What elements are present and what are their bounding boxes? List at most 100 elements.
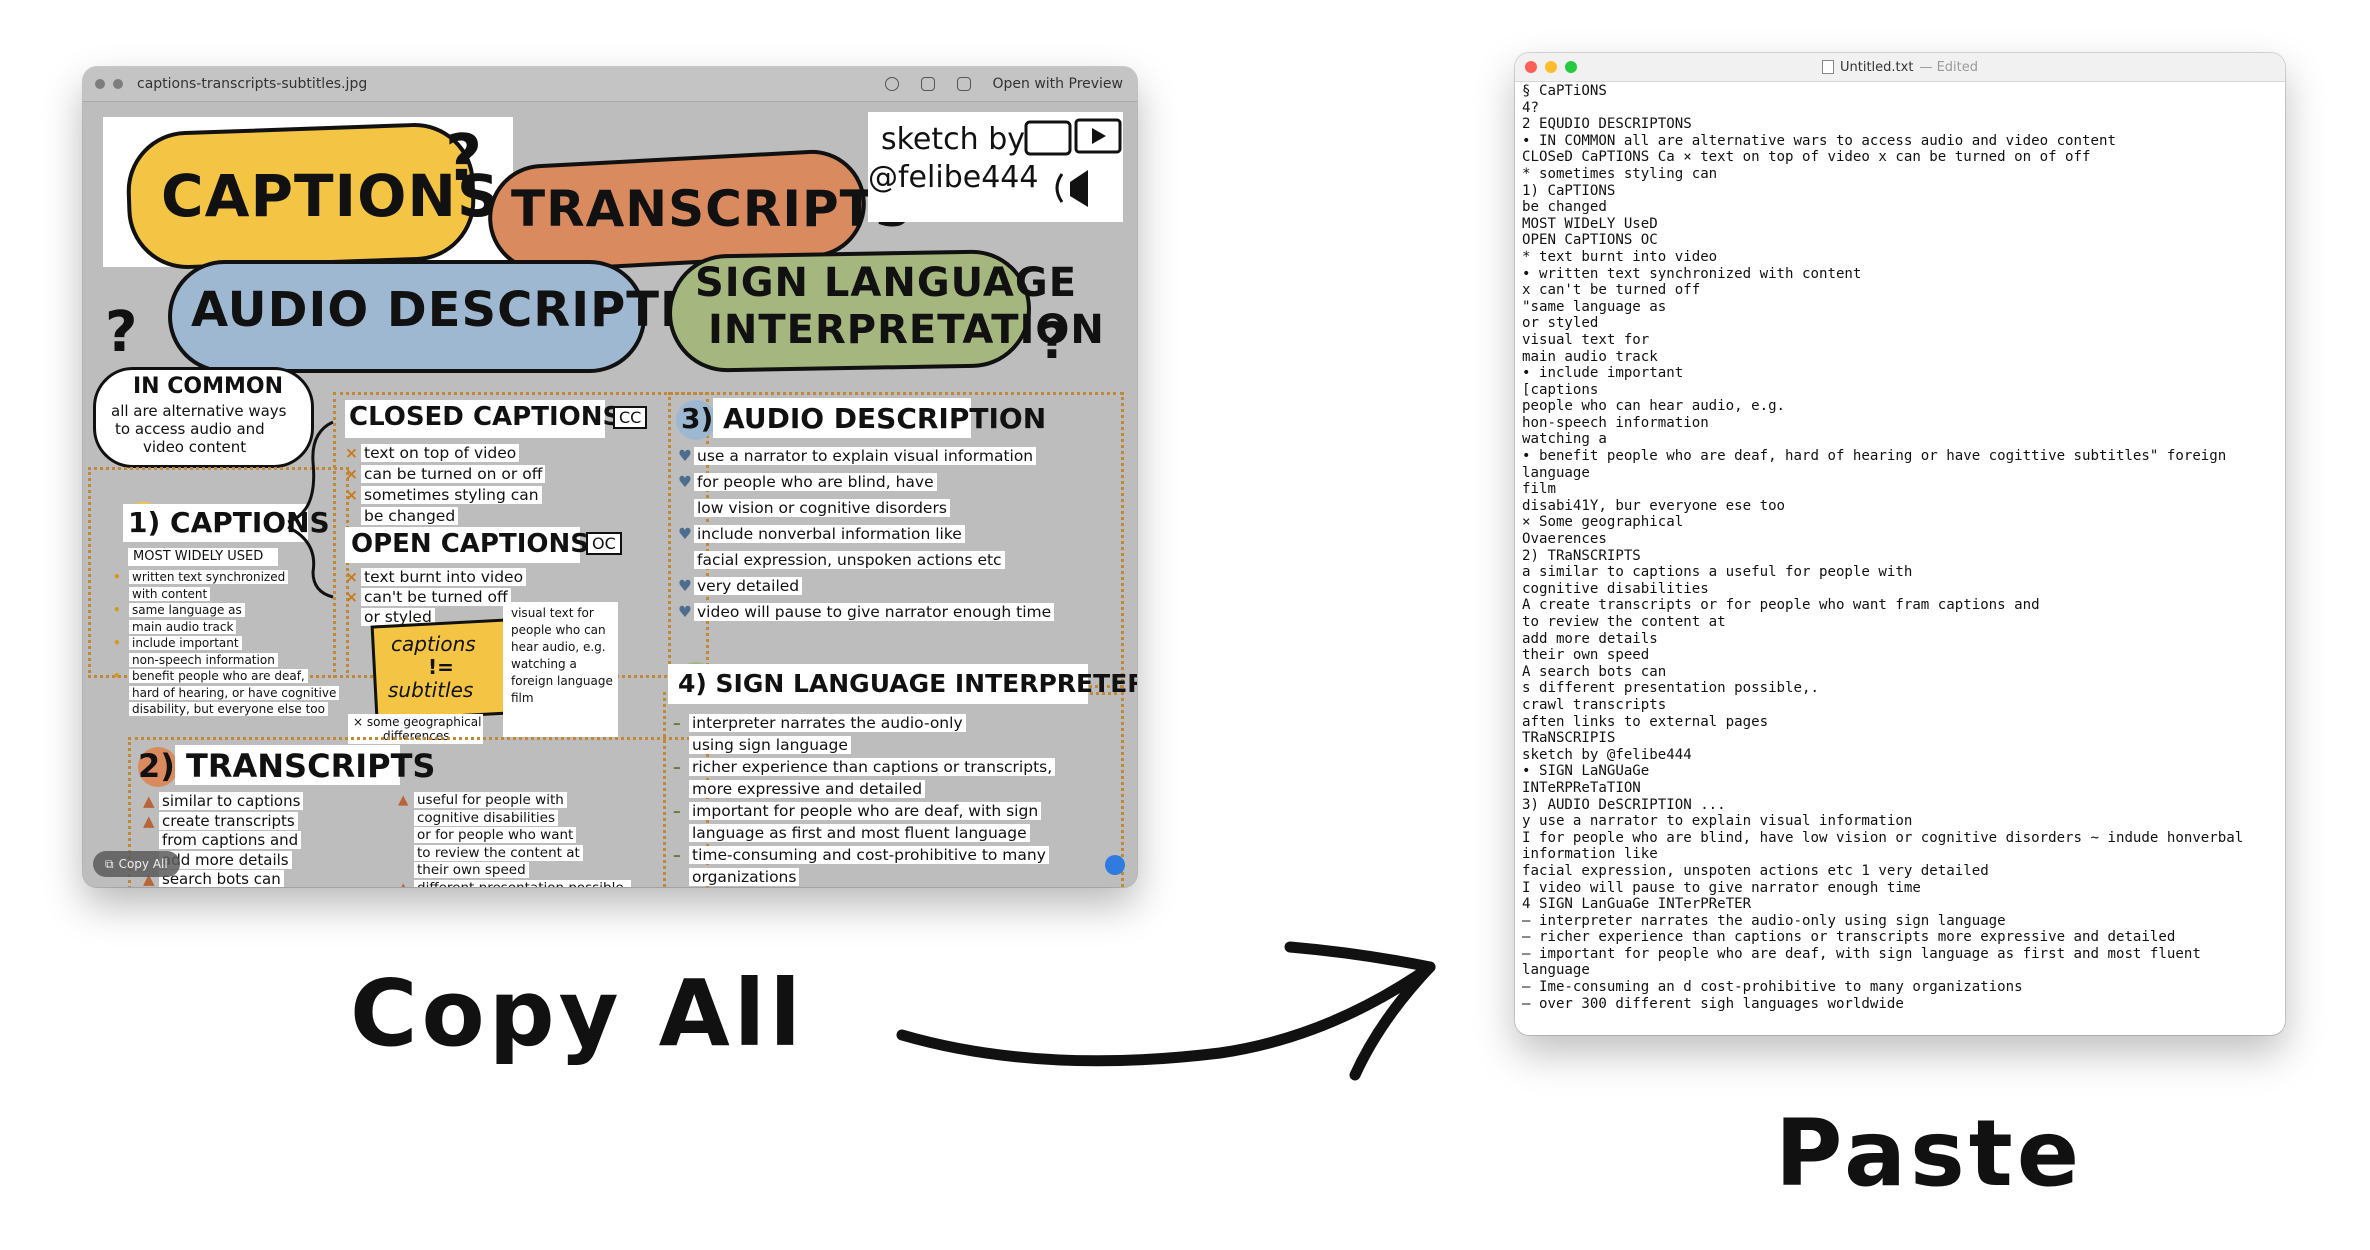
list-item-text: main audio track	[129, 619, 237, 634]
bullet-icon: ♥	[678, 525, 692, 543]
closed-captions-title: CLOSED CAPTIONS	[349, 402, 622, 432]
rotate-icon[interactable]	[920, 77, 935, 91]
bullet-icon: ×	[345, 444, 358, 462]
list-item: people who can	[508, 623, 609, 637]
list-item: organizations	[673, 868, 800, 886]
preview-title: captions-transcripts-subtitles.jpg	[137, 76, 368, 92]
list-item-text: text on top of video	[361, 444, 520, 462]
list-item: – interpreter narrates the audio-only	[673, 714, 966, 732]
list-item: × can be turned on or off	[345, 465, 546, 483]
list-item-text: video will pause to give narrator enough…	[694, 603, 1055, 621]
text-line: be changed	[1522, 199, 1607, 216]
text-line: aften links to external pages	[1522, 713, 1769, 730]
text-line: their own speed	[1522, 647, 1650, 664]
text-line: main audio track	[1522, 348, 1658, 365]
share-icon[interactable]	[956, 77, 971, 91]
list-item-text: sometimes styling can	[361, 486, 542, 504]
bullet-icon: ▲	[143, 792, 155, 810]
captions-ne-text: captions	[391, 632, 476, 656]
bullet-icon: –	[673, 802, 681, 820]
list-item: ▲ different presentation possible,	[398, 879, 631, 887]
text-line: hon-speech information	[1522, 414, 1709, 431]
list-item-text: from captions and	[159, 831, 302, 849]
list-item-text: include nonverbal information like	[694, 525, 965, 543]
question-mark: ?	[105, 300, 139, 365]
list-item-text: hear audio, e.g.	[508, 640, 609, 654]
text-line: § CaPTiONS	[1522, 83, 1607, 99]
text-line: TRaNSCRIPIS	[1522, 730, 1616, 747]
list-item: hear audio, e.g.	[508, 640, 609, 654]
list-item: with content	[113, 586, 211, 601]
markup-icon[interactable]	[884, 77, 899, 91]
list-item-text: very detailed	[694, 577, 803, 595]
bullet-icon: ♥	[678, 577, 692, 595]
list-item: low vision or cognitive disorders	[678, 499, 950, 517]
text-line: 4 SIGN LanGuaGe INTerPReTER	[1522, 896, 1752, 913]
speech-bubble-icon	[1024, 118, 1122, 207]
list-item: ♥ video will pause to give narrator enoug…	[678, 603, 1055, 621]
preview-window: captions-transcripts-subtitles.jpg Open …	[83, 67, 1137, 887]
bullet-icon: ×	[345, 486, 358, 504]
list-item: ♥ for people who are blind, have	[678, 473, 937, 491]
list-item: ▲ useful for people with	[398, 792, 567, 808]
bullet-icon: –	[673, 758, 681, 776]
list-item: × can't be turned off	[345, 588, 511, 606]
question-mark: ?	[445, 122, 484, 196]
live-text-icon[interactable]	[1105, 855, 1125, 875]
list-item-text: benefit people who are deaf,	[129, 669, 308, 683]
preview-toolbar: Open with Preview	[884, 67, 1124, 101]
geo-note: × some geographical	[353, 715, 482, 729]
text-line: – Ime-consuming an d cost-prohibitive to…	[1522, 979, 2023, 996]
in-common-text: to access audio and	[115, 420, 265, 438]
text-line: – important for people who are deaf, wit…	[1522, 945, 2201, 962]
copy-all-label: Copy All	[118, 857, 168, 871]
list-item-text: create transcripts	[159, 811, 298, 830]
open-with-preview-button[interactable]: Open with Preview	[993, 76, 1124, 92]
document-title: Untitled.txt — Edited	[1515, 53, 2285, 81]
list-item-text: same language as	[129, 603, 245, 617]
text-line: • IN COMMON all are alternative wars to …	[1522, 132, 2116, 149]
list-item: more expressive and detailed	[673, 780, 926, 798]
text-line: [captions	[1522, 381, 1599, 398]
text-line: 2 EQUDIO DESCRIPTONS	[1522, 116, 1692, 133]
sign-language-title: 4) SIGN LANGUAGE INTERPRETER	[678, 669, 1137, 698]
info-button[interactable]	[113, 79, 123, 89]
text-area[interactable]: § CaPTiONS 4? 2 EQUDIO DESCRIPTONS • IN COM…	[1522, 83, 2279, 1035]
list-item-text: people who can	[508, 623, 609, 637]
list-item-text: with content	[129, 586, 211, 601]
list-item-text: cognitive disabilities	[414, 809, 559, 826]
list-item: using sign language	[673, 736, 851, 754]
list-item: – time-consuming and cost-prohibitive to …	[673, 846, 1049, 864]
close-button[interactable]	[95, 79, 105, 89]
text-line: A create transcripts or for people who w…	[1522, 597, 2040, 614]
bullet-icon: ×	[345, 465, 358, 483]
list-item: facial expression, unspoken actions etc	[678, 551, 1005, 569]
bullet-icon: –	[673, 714, 681, 732]
textedit-window: Untitled.txt — Edited § CaPTiONS 4? 2 EQUD…	[1515, 53, 2285, 1035]
question-mark: ?	[1039, 312, 1070, 370]
document-name: Untitled.txt	[1839, 59, 1914, 75]
text-line: watching a	[1522, 431, 1607, 448]
text-line: I for people who are blind, have low vis…	[1522, 829, 2244, 846]
list-item-text: useful for people with	[414, 792, 567, 808]
transcripts-title: 2) TRANSCRIPTS	[138, 747, 436, 785]
list-item: watching a	[508, 657, 580, 671]
list-item-text: be changed	[361, 507, 459, 525]
text-line: s different presentation possible,.	[1522, 680, 1819, 697]
list-item-text: interpreter narrates the audio-only	[689, 714, 966, 732]
bullet-icon: ▲	[398, 792, 409, 808]
preview-titlebar: captions-transcripts-subtitles.jpg Open …	[83, 67, 1137, 102]
list-item-text: for people who are blind, have	[694, 473, 937, 491]
text-line: crawl transcripts	[1522, 696, 1667, 713]
text-line: add more details	[1522, 630, 1658, 647]
copy-all-label: Copy All	[350, 960, 805, 1067]
list-item: – important for people who are deaf, with…	[673, 802, 1042, 820]
bullet-icon: ▲	[143, 811, 155, 830]
list-item: main audio track	[113, 619, 237, 634]
list-item-text: richer experience than captions or trans…	[689, 758, 1056, 776]
list-item-text: language as first and most fluent langua…	[689, 824, 1030, 842]
sketch-by-label: sketch by	[881, 122, 1025, 157]
arrow-icon	[896, 941, 1436, 1081]
copy-all-button[interactable]: ⧉ Copy All	[93, 851, 180, 877]
text-line: sketch by @felibe444	[1522, 746, 1692, 763]
